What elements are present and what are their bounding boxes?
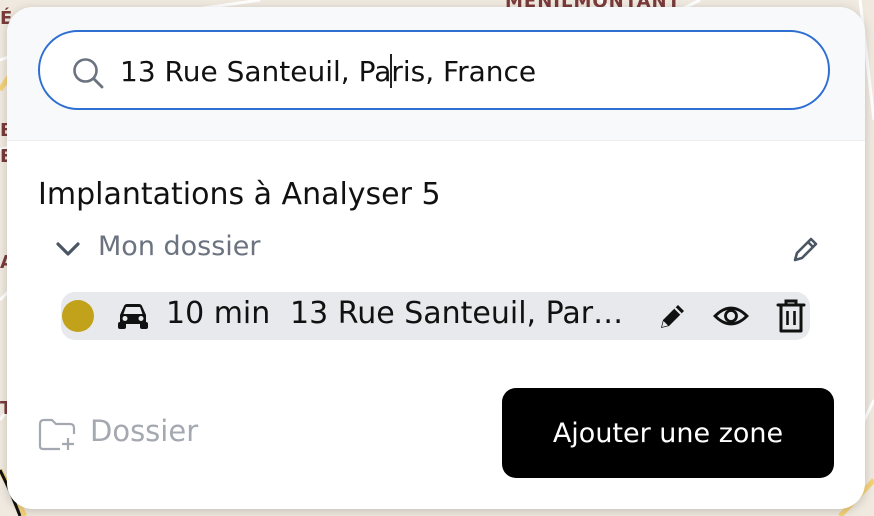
- search-input-value[interactable]: 13 Rue Santeuil, Paris, France: [120, 52, 536, 92]
- list-title: Implantations à Analyser 5: [38, 177, 441, 212]
- zone-address: 13 Rue Santeuil, Paris, France: [290, 296, 625, 331]
- search-section: 13 Rue Santeuil, Paris, France: [7, 7, 865, 141]
- search-text-after-caret: ris, France: [391, 55, 537, 88]
- chevron-down-icon[interactable]: [55, 237, 81, 261]
- add-zone-button[interactable]: Ajouter une zone: [502, 388, 834, 478]
- pencil-icon[interactable]: [657, 300, 689, 332]
- folder-name[interactable]: Mon dossier: [98, 231, 261, 262]
- search-input[interactable]: 13 Rue Santeuil, Paris, France: [38, 30, 830, 110]
- eye-icon[interactable]: [713, 300, 749, 332]
- add-folder-label: Dossier: [90, 414, 199, 448]
- zones-panel: 13 Rue Santeuil, Paris, France Implantat…: [7, 7, 865, 509]
- search-text-before-caret: 13 Rue Santeuil, Pa: [120, 55, 392, 88]
- zone-time: 10 min: [166, 296, 271, 331]
- folder-row[interactable]: Mon dossier: [52, 229, 822, 269]
- car-icon: [118, 304, 148, 329]
- trash-icon[interactable]: [776, 298, 806, 334]
- zone-color-dot[interactable]: [62, 300, 94, 332]
- zone-row[interactable]: 10 min 13 Rue Santeuil, Paris, France: [61, 292, 810, 340]
- folder-plus-icon: [38, 418, 76, 451]
- search-icon: [73, 58, 104, 89]
- text-caret: [390, 54, 393, 88]
- pencil-icon[interactable]: [790, 233, 822, 265]
